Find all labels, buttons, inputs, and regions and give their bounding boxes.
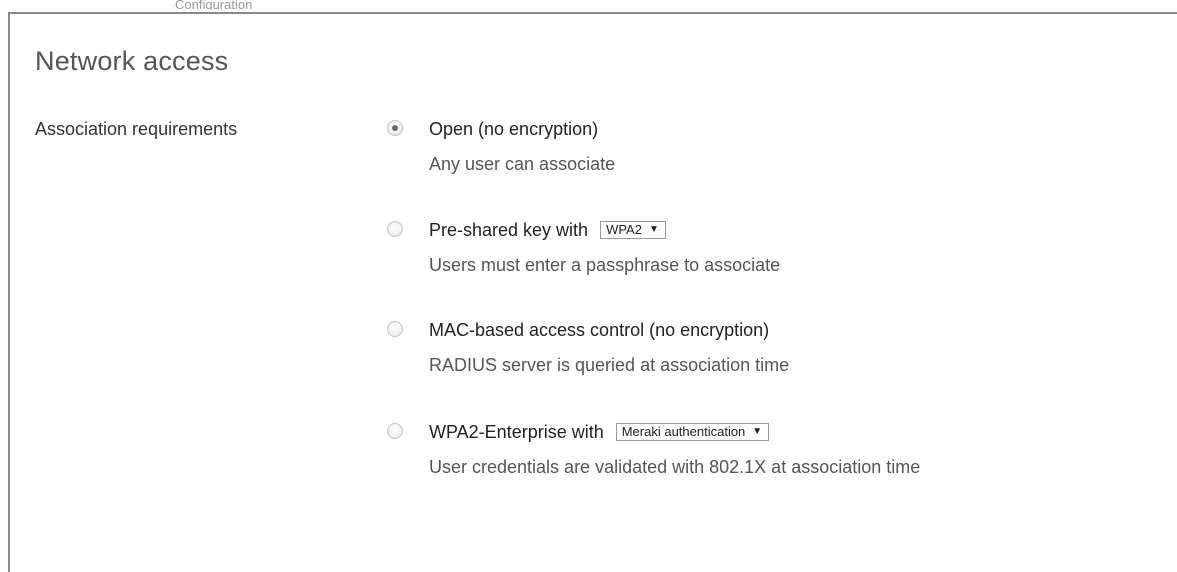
option-mac-based-description: RADIUS server is queried at association … xyxy=(429,355,790,375)
option-psk-description: Users must enter a passphrase to associa… xyxy=(429,255,781,275)
option-wpa2-enterprise-label: WPA2-Enterprise with xyxy=(429,422,604,442)
option-wpa2-enterprise-title: WPA2-Enterprise with Meraki authenticati… xyxy=(429,420,770,444)
option-open-description: Any user can associate xyxy=(429,154,616,174)
chevron-down-icon: ▼ xyxy=(648,224,659,235)
option-open-title: Open (no encryption) xyxy=(429,117,598,141)
enterprise-auth-value: Meraki authentication xyxy=(621,424,746,439)
radio-wpa2-enterprise[interactable] xyxy=(387,423,403,439)
psk-encryption-value: WPA2 xyxy=(606,222,642,237)
section-title: Network access xyxy=(35,46,229,76)
association-requirements-label: Association requirements xyxy=(35,119,238,139)
option-mac-based-title: MAC-based access control (no encryption) xyxy=(429,318,769,342)
option-wpa2-enterprise-description: User credentials are validated with 802.… xyxy=(429,457,921,477)
radio-psk[interactable] xyxy=(387,221,403,237)
radio-mac-based[interactable] xyxy=(387,321,403,337)
enterprise-auth-select[interactable]: Meraki authentication ▼ xyxy=(615,423,770,441)
header-partial-text: Configuration xyxy=(175,0,253,10)
option-open-label: Open (no encryption) xyxy=(429,119,599,139)
option-psk-label: Pre-shared key with xyxy=(429,220,589,240)
network-access-panel xyxy=(8,12,1177,572)
radio-open[interactable] xyxy=(387,120,403,136)
chevron-down-icon: ▼ xyxy=(752,426,763,437)
option-mac-based-label: MAC-based access control (no encryption) xyxy=(429,320,770,340)
psk-encryption-select[interactable]: WPA2 ▼ xyxy=(600,221,666,239)
option-psk-title: Pre-shared key with WPA2 ▼ xyxy=(429,218,666,242)
